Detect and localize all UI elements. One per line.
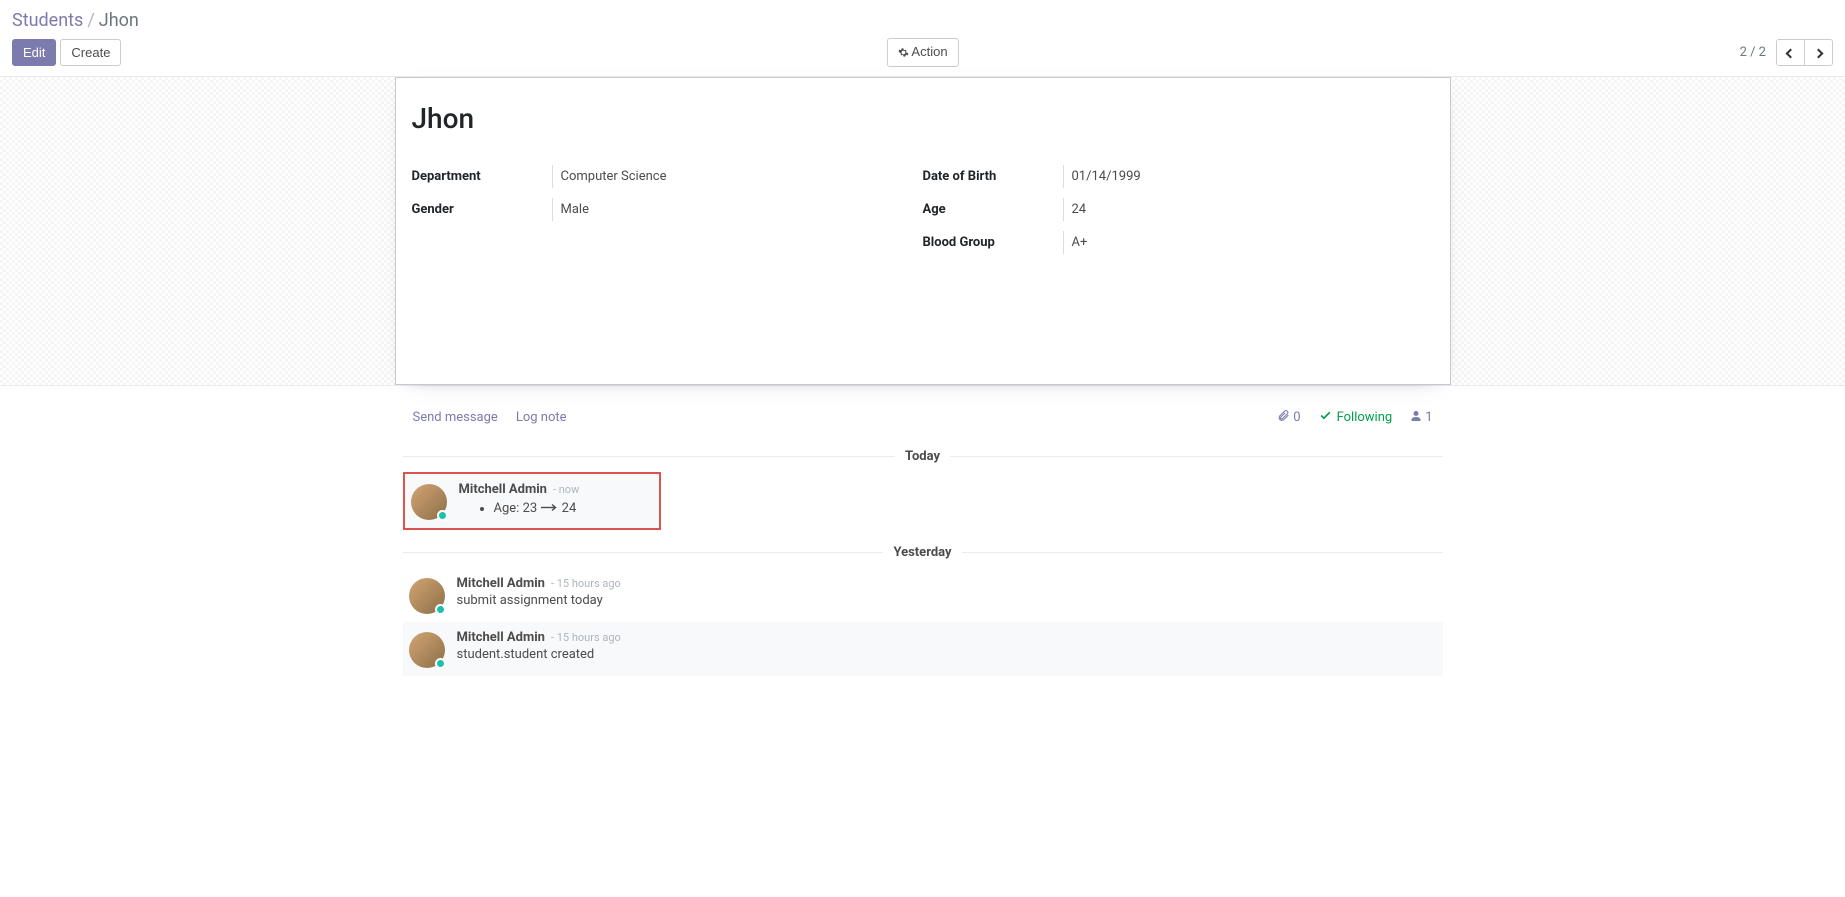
online-status-dot — [435, 658, 446, 669]
pager-prev-button[interactable] — [1777, 40, 1805, 65]
gender-value: Male — [552, 198, 923, 221]
chevron-left-icon — [1786, 49, 1796, 59]
send-message-button[interactable]: Send message — [413, 410, 498, 425]
breadcrumb: Students/Jhon — [12, 10, 1833, 31]
message-author: Mitchell Admin — [457, 630, 545, 645]
record-title: Jhon — [412, 102, 1434, 135]
user-icon — [1410, 410, 1422, 426]
thread-separator-yesterday: Yesterday — [883, 545, 961, 560]
create-button[interactable]: Create — [60, 39, 121, 66]
followers-button[interactable]: 1 — [1410, 410, 1432, 426]
breadcrumb-parent[interactable]: Students — [12, 10, 83, 31]
log-message: Mitchell Admin - now Age: 23 24 — [403, 472, 661, 530]
blood-group-label: Blood Group — [923, 231, 1063, 254]
avatar — [409, 632, 445, 668]
attachments-button[interactable]: 0 — [1277, 409, 1300, 426]
breadcrumb-current: Jhon — [99, 10, 139, 31]
avatar — [411, 484, 447, 520]
message-author: Mitchell Admin — [457, 576, 545, 591]
log-note-button[interactable]: Log note — [516, 410, 567, 425]
online-status-dot — [435, 604, 446, 615]
blood-group-value: A+ — [1063, 231, 1434, 254]
edit-button[interactable]: Edit — [12, 39, 56, 66]
following-button[interactable]: Following — [1319, 409, 1393, 426]
dob-label: Date of Birth — [923, 165, 1063, 188]
pager-buttons — [1776, 39, 1833, 66]
avatar — [409, 578, 445, 614]
arrow-right-icon — [540, 501, 558, 516]
gear-icon — [897, 46, 908, 61]
log-message: Mitchell Admin - 15 hours ago submit ass… — [403, 568, 1443, 622]
age-value: 24 — [1063, 198, 1434, 221]
message-author: Mitchell Admin — [459, 482, 547, 497]
message-content: Age: 23 24 — [459, 501, 653, 516]
pager-counter: 2 / 2 — [1740, 45, 1766, 60]
check-icon — [1319, 409, 1332, 426]
message-content: submit assignment today — [457, 593, 1437, 608]
thread-separator-today: Today — [895, 449, 950, 464]
log-message: Mitchell Admin - 15 hours ago student.st… — [403, 622, 1443, 676]
dob-value: 01/14/1999 — [1063, 165, 1434, 188]
age-label: Age — [923, 198, 1063, 221]
paperclip-icon — [1277, 409, 1290, 426]
form-sheet: Jhon Department Computer Science Gender … — [395, 77, 1451, 385]
message-content: student.student created — [457, 647, 1437, 662]
message-time: - now — [553, 483, 579, 496]
gender-label: Gender — [412, 198, 552, 221]
department-label: Department — [412, 165, 552, 188]
breadcrumb-separator: / — [87, 10, 94, 31]
message-time: - 15 hours ago — [551, 631, 621, 644]
department-value: Computer Science — [552, 165, 923, 188]
pager-next-button[interactable] — [1805, 40, 1832, 65]
chevron-right-icon — [1814, 49, 1824, 59]
message-time: - 15 hours ago — [551, 577, 621, 590]
action-button[interactable]: Action — [886, 38, 958, 66]
online-status-dot — [437, 510, 448, 521]
